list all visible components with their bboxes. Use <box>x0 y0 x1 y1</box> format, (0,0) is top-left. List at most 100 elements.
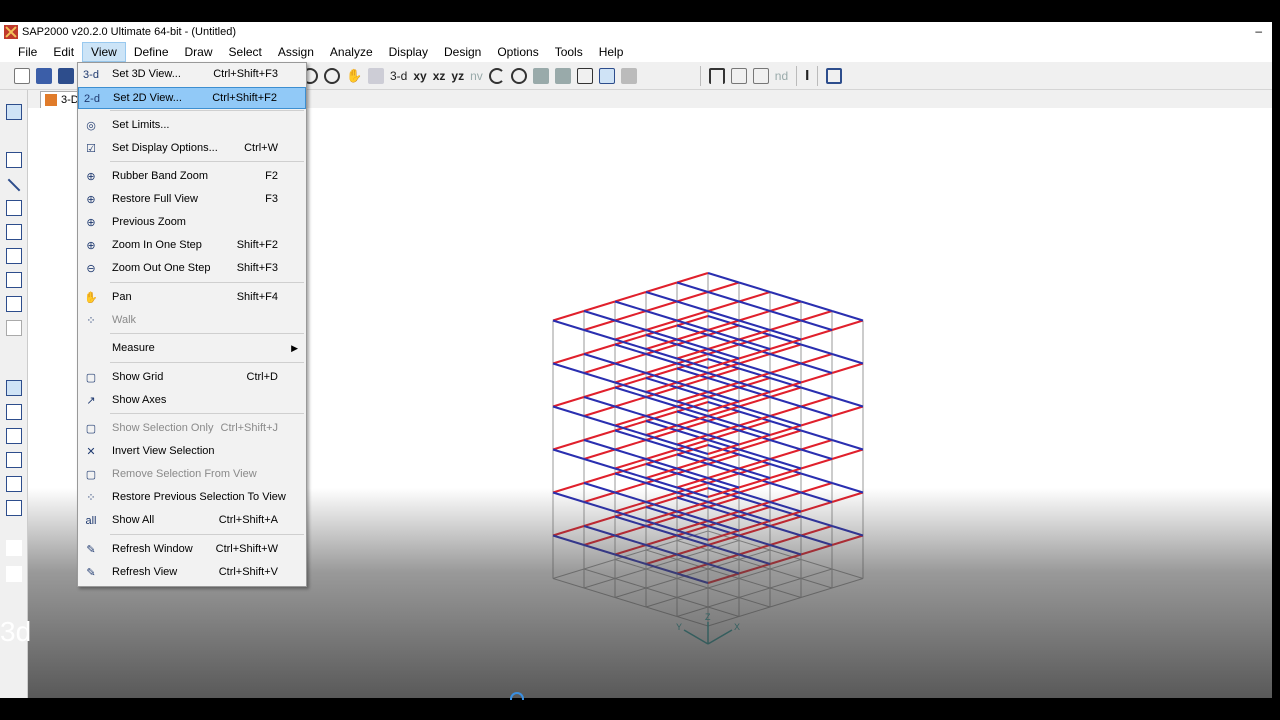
beam-frame-y[interactable] <box>738 319 771 331</box>
beam-frame-y[interactable] <box>738 559 771 570</box>
beam-frame-y[interactable] <box>645 549 678 560</box>
beam-frame-y[interactable] <box>614 578 647 589</box>
beam-frame-y[interactable] <box>676 424 709 436</box>
axis-x-line[interactable] <box>707 629 733 645</box>
beam-frame-x[interactable] <box>645 491 678 503</box>
beam-frame-y[interactable] <box>645 477 678 489</box>
beam-frame-x[interactable] <box>676 544 709 556</box>
beam-frame-x[interactable] <box>645 597 678 608</box>
snap-intersect-icon[interactable] <box>6 428 22 444</box>
beam-frame-x[interactable] <box>552 482 585 494</box>
beam-frame-x[interactable] <box>738 334 771 346</box>
beam-frame-y[interactable] <box>614 381 647 393</box>
beam-frame-x[interactable] <box>676 458 709 470</box>
menu-display[interactable]: Display <box>381 42 436 62</box>
move-up-icon[interactable] <box>532 67 549 84</box>
beam-frame-y[interactable] <box>800 448 833 460</box>
beam-frame-x[interactable] <box>645 515 678 527</box>
beam-frame-y[interactable] <box>769 372 802 384</box>
beam-frame-x[interactable] <box>676 377 709 389</box>
beam-frame-y[interactable] <box>614 553 647 565</box>
beam-frame-x[interactable] <box>552 525 585 537</box>
beam-frame-x[interactable] <box>676 506 709 518</box>
beam-frame-y[interactable] <box>676 572 709 584</box>
beam-frame-y[interactable] <box>738 491 771 503</box>
beam-frame-x[interactable] <box>769 510 802 522</box>
beam-frame-x[interactable] <box>614 549 647 560</box>
beam-frame-y[interactable] <box>583 587 616 598</box>
pan-icon[interactable]: ✋ <box>346 68 362 84</box>
menu-define[interactable]: Define <box>126 42 177 62</box>
minimize-button[interactable]: – <box>1255 24 1262 38</box>
beam-frame-y[interactable] <box>676 429 709 441</box>
beam-frame-y[interactable] <box>614 319 647 331</box>
beam-frame-x[interactable] <box>614 568 647 579</box>
beam-frame-x[interactable] <box>583 362 616 374</box>
beam-frame-x[interactable] <box>676 477 709 489</box>
beam-frame-x[interactable] <box>800 353 833 365</box>
menu-options[interactable]: Options <box>489 42 546 62</box>
beam-frame-y[interactable] <box>800 491 833 503</box>
beam-frame-x[interactable] <box>676 272 709 284</box>
menu-draw[interactable]: Draw <box>177 42 221 62</box>
beam-frame-y[interactable] <box>707 563 740 575</box>
beam-frame-y[interactable] <box>676 448 709 460</box>
beam-frame-y[interactable] <box>738 386 771 398</box>
beam-frame-y[interactable] <box>614 343 647 355</box>
beam-frame-y[interactable] <box>676 343 709 355</box>
beam-frame-x[interactable] <box>583 559 616 570</box>
beam-frame-x[interactable] <box>738 568 771 579</box>
beam-frame-x[interactable] <box>645 319 678 331</box>
move-down-icon[interactable] <box>554 67 571 84</box>
axis-y-line[interactable] <box>683 629 709 645</box>
menu-design[interactable]: Design <box>436 42 489 62</box>
beam-frame-y[interactable] <box>645 563 678 575</box>
beam-frame-y[interactable] <box>738 515 771 527</box>
beam-frame-y[interactable] <box>645 329 678 341</box>
beam-frame-y[interactable] <box>769 329 802 341</box>
menu-item-restore-full-view[interactable]: ⊕ Restore Full View F3 <box>78 189 306 211</box>
beam-frame-x[interactable] <box>645 343 678 355</box>
beam-frame-x[interactable] <box>707 510 740 522</box>
beam-frame-x[interactable] <box>738 377 771 389</box>
quick-draw-icon[interactable] <box>6 200 22 216</box>
beam-frame-x[interactable] <box>583 386 616 398</box>
beam-frame-x[interactable] <box>645 448 678 460</box>
beam-frame-y[interactable] <box>769 439 802 451</box>
beam-frame-x[interactable] <box>676 372 709 384</box>
beam-frame-y[interactable] <box>645 606 678 617</box>
beam-frame-x[interactable] <box>738 396 771 408</box>
beam-frame-y[interactable] <box>831 482 864 494</box>
beam-frame-y[interactable] <box>738 429 771 441</box>
beam-frame-x[interactable] <box>769 424 802 436</box>
beam-frame-y[interactable] <box>614 510 647 522</box>
beam-frame-x[interactable] <box>645 553 678 565</box>
beam-frame-x[interactable] <box>707 410 740 422</box>
beam-frame-y[interactable] <box>583 353 616 365</box>
menu-item-rubber-band-zoom[interactable]: ⊕ Rubber Band Zoom F2 <box>78 166 306 188</box>
beam-frame-y[interactable] <box>583 568 616 579</box>
beam-frame-x[interactable] <box>800 372 833 384</box>
beam-frame-y[interactable] <box>583 310 616 322</box>
beam-frame-x[interactable] <box>738 549 771 560</box>
beam-frame-x[interactable] <box>614 525 647 537</box>
beam-frame-x[interactable] <box>614 415 647 427</box>
menu-item-invert-view-selection[interactable]: ✕ Invert View Selection <box>78 441 306 463</box>
beam-frame-y[interactable] <box>738 597 771 608</box>
view-nv-button[interactable]: nv <box>467 66 486 86</box>
beam-frame-y[interactable] <box>552 405 585 417</box>
draw-frame-icon[interactable] <box>708 67 725 84</box>
beam-frame-y[interactable] <box>738 381 771 393</box>
menu-item-show-grid[interactable]: ▢ Show Grid Ctrl+D <box>78 367 306 389</box>
beam-frame-y[interactable] <box>645 391 678 403</box>
beam-frame-x[interactable] <box>583 319 616 331</box>
beam-frame-x[interactable] <box>707 472 740 484</box>
beam-frame-x[interactable] <box>707 324 740 336</box>
beam-frame-x[interactable] <box>831 405 864 417</box>
beam-frame-x[interactable] <box>707 540 740 551</box>
beam-frame-x[interactable] <box>769 343 802 355</box>
beam-frame-y[interactable] <box>676 534 709 546</box>
beam-frame-y[interactable] <box>614 491 647 503</box>
beam-frame-y[interactable] <box>707 587 740 598</box>
beam-frame-y[interactable] <box>738 405 771 417</box>
